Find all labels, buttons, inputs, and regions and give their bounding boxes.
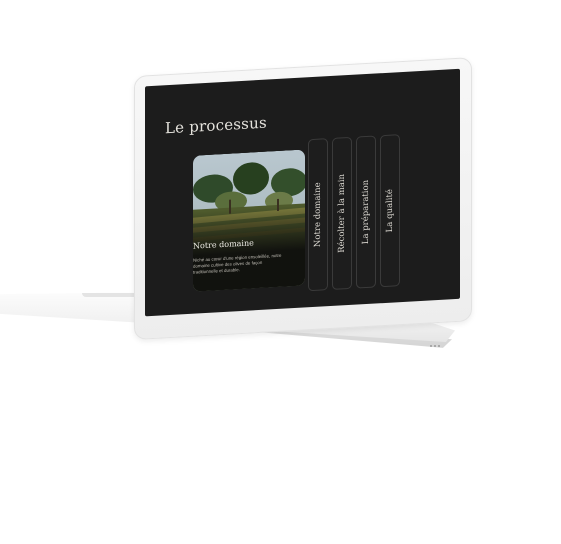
tab-la-qualite[interactable]: La qualité <box>380 134 400 288</box>
page-title: Le processus <box>165 113 267 138</box>
laptop-mockup: Le processus Notre domaine Niché au cœur… <box>0 0 561 544</box>
laptop-ports <box>430 334 444 347</box>
tab-la-preparation[interactable]: La préparation <box>356 135 376 289</box>
tab-label: La qualité <box>385 188 395 233</box>
tab-notre-domaine[interactable]: Notre domaine <box>308 138 328 292</box>
featured-card[interactable]: Notre domaine Niché au cœur d'une région… <box>193 149 305 292</box>
laptop-notch <box>82 293 138 297</box>
tab-label: Récolter à la main <box>337 173 347 254</box>
tab-label: La préparation <box>361 179 371 245</box>
laptop-screen: Le processus Notre domaine Niché au cœur… <box>145 68 460 317</box>
laptop-lid: Le processus Notre domaine Niché au cœur… <box>134 57 472 340</box>
tab-label: Notre domaine <box>313 182 323 248</box>
tab-recolter-a-la-main[interactable]: Récolter à la main <box>332 136 352 290</box>
